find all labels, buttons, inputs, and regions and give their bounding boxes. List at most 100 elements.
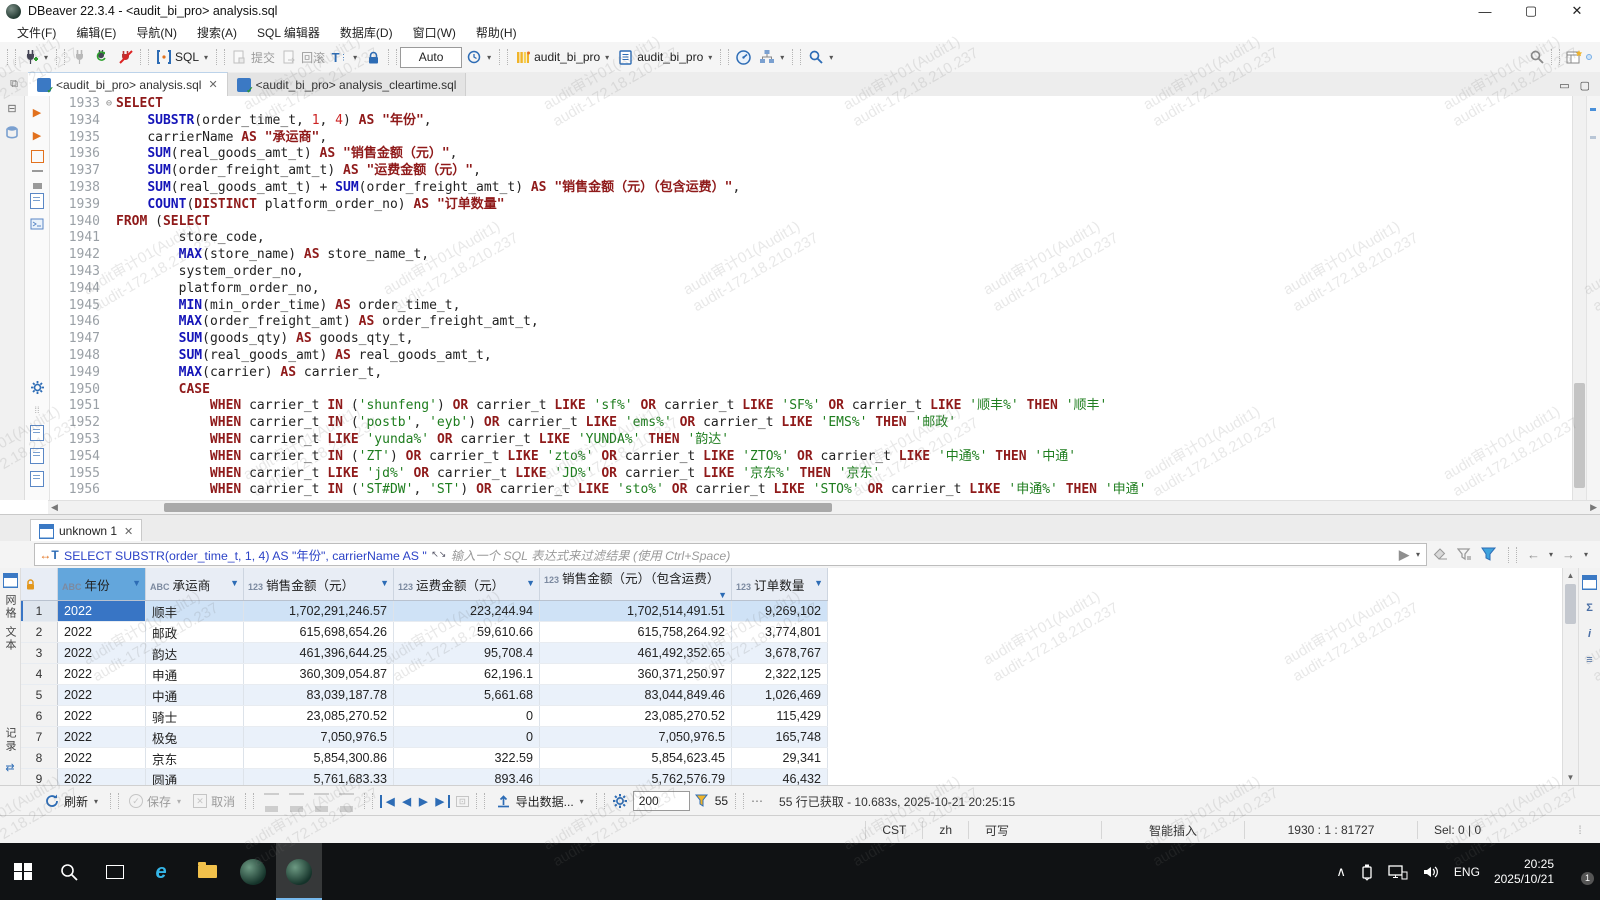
record-mode-label[interactable]: 记录 — [2, 727, 18, 753]
code-line[interactable]: 1936 SUM(real_goods_amt_t) AS "销售金额（元）", — [50, 146, 1572, 163]
menu-navigate[interactable]: 导航(N) — [127, 22, 186, 43]
table-cell[interactable]: 中通 — [145, 684, 244, 706]
menu-help[interactable]: 帮助(H) — [467, 22, 526, 43]
code-line[interactable]: 1942 MAX(store_name) AS store_name_t, — [50, 247, 1572, 264]
table-row[interactable]: 6 2022 骑士 23,085,270.52 0 23,085,270.52 115,42… — [21, 705, 828, 727]
sql-editor-button[interactable]: SQL ▾ — [152, 47, 213, 68]
network-tray-icon[interactable] — [1388, 864, 1408, 880]
table-row[interactable]: 3 2022 韵达 461,396,644.25 95,708.4 461,492,352… — [21, 642, 828, 664]
file-info-icon[interactable] — [29, 471, 45, 487]
table-cell[interactable]: 1,702,291,246.57 — [243, 600, 394, 622]
explain-plan-icon[interactable] — [29, 169, 45, 186]
table-cell[interactable]: 7,050,976.5 — [243, 726, 394, 748]
row-number[interactable]: 4 — [21, 663, 58, 685]
more-icon[interactable]: ⋯ — [751, 794, 765, 808]
table-cell[interactable]: 2022 — [57, 642, 146, 664]
transaction-mode-select[interactable]: Auto — [400, 46, 463, 68]
rollback-button[interactable]: 回滚 — [278, 47, 328, 68]
first-row-icon[interactable]: ◀ — [380, 794, 398, 808]
row-number[interactable]: 2 — [21, 621, 58, 643]
minimize-view-icon[interactable]: ▭ — [1559, 79, 1569, 92]
chevron-down-icon[interactable]: ▾ — [351, 53, 359, 62]
taskbar-search-icon[interactable] — [46, 843, 92, 900]
reconnect-button[interactable] — [91, 47, 114, 68]
chevron-down-icon[interactable]: ▾ — [578, 797, 586, 806]
row-number[interactable]: 8 — [21, 747, 58, 769]
tab-analysis-sql[interactable]: <audit_bi_pro> analysis.sql ✕ — [28, 72, 228, 96]
dashboard-button[interactable] — [732, 47, 755, 68]
table-cell[interactable]: 9,269,102 — [731, 600, 828, 622]
table-row[interactable]: 8 2022 京东 5,854,300.86 322.59 5,854,623.45 29,… — [21, 747, 828, 769]
table-cell[interactable]: 京东 — [145, 747, 244, 769]
chevron-down-icon[interactable]: ▾ — [706, 53, 714, 62]
history-button[interactable]: ▾ — [462, 47, 496, 68]
table-cell[interactable]: 83,039,187.78 — [243, 684, 394, 706]
chevron-down-icon[interactable]: ▾ — [202, 53, 210, 62]
table-cell[interactable]: 322.59 — [393, 747, 540, 769]
last-row-icon[interactable]: ▶ — [431, 794, 450, 808]
expand-icon[interactable]: ↖↘ — [431, 546, 446, 563]
internet-explorer-icon[interactable]: e — [138, 843, 184, 900]
notification-center-icon[interactable]: 1 — [1568, 863, 1594, 885]
code-line[interactable]: 1946 MAX(order_freight_amt) AS order_fre… — [50, 314, 1572, 331]
text-view-label[interactable]: 文本 — [2, 626, 18, 652]
code-line[interactable]: 1955 WHEN carrier_t LIKE 'jd%' OR carrie… — [50, 466, 1572, 483]
grid-settings-gear-icon[interactable] — [612, 793, 629, 810]
column-header[interactable]: 123 销售金额（元）（包含运费） ▼ — [539, 568, 732, 601]
select-all-corner[interactable] — [21, 568, 58, 601]
export-data-button[interactable]: 导出数据... ▾ — [492, 791, 589, 812]
code-area[interactable]: 1933 ⊖ SELECT 1934 SUBSTR(order_time_t, 1, … — [50, 96, 1572, 500]
chevron-down-icon[interactable]: ▾ — [92, 797, 100, 806]
close-icon[interactable]: ✕ — [124, 525, 133, 538]
cancel-button[interactable]: ✕ 取消 — [190, 791, 238, 812]
volume-tray-icon[interactable] — [1422, 864, 1440, 880]
column-header[interactable]: 123 订单数量 ▼ — [731, 568, 828, 601]
table-cell[interactable]: 2022 — [57, 726, 146, 748]
open-perspective-button[interactable] — [1563, 47, 1586, 68]
table-cell[interactable]: 59,610.66 — [393, 621, 540, 643]
quick-search-button[interactable] — [1525, 47, 1548, 68]
dbeaver-taskbar-icon[interactable] — [276, 843, 322, 900]
transaction-log-button[interactable]: T ⋮ ▾ — [328, 47, 362, 68]
code-line[interactable]: 1938 SUM(real_goods_amt_t) + SUM(order_f… — [50, 180, 1572, 197]
menu-database[interactable]: 数据库(D) — [331, 22, 402, 43]
code-line[interactable]: 1954 WHEN carrier_t IN ('ZT') OR carrier… — [50, 449, 1572, 466]
tab-analysis-cleartime-sql[interactable]: <audit_bi_pro> analysis_cleartime.sql — [227, 73, 467, 96]
table-cell[interactable]: 韵达 — [145, 642, 244, 664]
table-cell[interactable]: 615,698,654.26 — [243, 621, 394, 643]
table-cell[interactable]: 5,854,300.86 — [243, 747, 394, 769]
value-viewer-icon[interactable] — [1582, 574, 1598, 590]
grid-view-icon[interactable] — [2, 572, 18, 588]
execute-new-tab-icon[interactable]: ▶ — [29, 127, 45, 143]
column-header[interactable]: 123 运费金额（元） ▼ — [393, 568, 540, 601]
code-line[interactable]: 1949 MAX(carrier) AS carrier_t, — [50, 365, 1572, 382]
chevron-down-icon[interactable]: ▾ — [1414, 550, 1422, 559]
duplicate-row-button[interactable] — [311, 792, 332, 808]
goto-row-icon[interactable]: ⊡ — [455, 795, 469, 807]
code-line[interactable]: 1940 FROM (SELECT — [50, 214, 1572, 231]
column-header[interactable]: 123 销售金额（元） ▼ — [243, 568, 394, 601]
output-console-icon[interactable] — [29, 216, 45, 232]
table-row[interactable]: 7 2022 极兔 7,050,976.5 0 7,050,976.5 165,748 — [21, 726, 828, 748]
code-line[interactable]: 1947 SUM(goods_qty) AS goods_qty_t, — [50, 331, 1572, 348]
code-line[interactable]: 1950 CASE — [50, 382, 1572, 399]
code-line[interactable]: 1956 WHEN carrier_t IN ('ST#DW', 'ST') O… — [50, 482, 1572, 499]
taskbar-clock[interactable]: 20:25 2025/10/21 — [1494, 857, 1554, 887]
grid-vertical-scrollbar[interactable]: ▲ ▼ — [1562, 568, 1578, 785]
table-cell[interactable]: 95,708.4 — [393, 642, 540, 664]
remove-filter-icon[interactable] — [1457, 546, 1474, 563]
column-filter-icon[interactable]: ▼ — [132, 578, 141, 588]
chevron-down-icon[interactable]: ▾ — [175, 797, 183, 806]
apply-filter-icon[interactable]: ▶ — [1399, 547, 1409, 563]
table-cell[interactable]: 0 — [393, 705, 540, 727]
chevron-down-icon[interactable]: ▾ — [778, 53, 786, 62]
scroll-left-icon[interactable]: ◀ — [51, 502, 58, 513]
input-language[interactable]: ENG — [1454, 865, 1480, 879]
table-cell[interactable]: 2022 — [57, 621, 146, 643]
code-line[interactable]: 1945 MIN(min_order_time) AS order_time_t… — [50, 298, 1572, 315]
status-caret-position[interactable]: 1930 : 1 : 81727 — [1244, 821, 1417, 839]
column-filter-icon[interactable]: ▼ — [230, 578, 239, 588]
grid-view-label[interactable]: 网格 — [2, 594, 18, 620]
schema-selector[interactable]: audit_bi_pro ▾ — [614, 47, 717, 68]
calc-panel-icon[interactable]: Σ — [1582, 600, 1598, 616]
